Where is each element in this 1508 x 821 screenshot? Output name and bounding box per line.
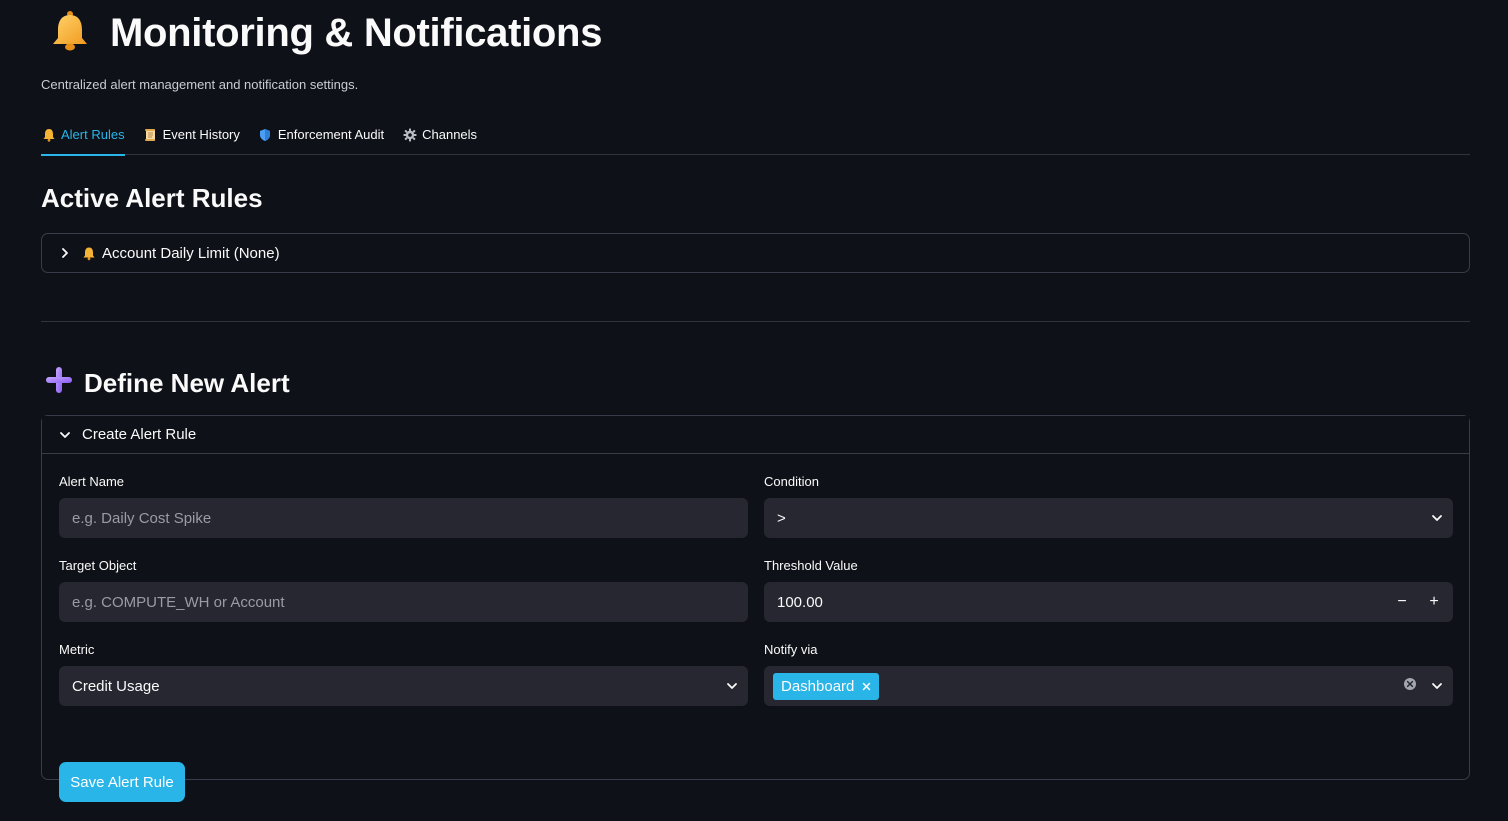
page-header: Monitoring & Notifications xyxy=(48,8,602,58)
rule-expander-header[interactable]: Account Daily Limit (None) xyxy=(42,234,1469,272)
alert-name-placeholder: e.g. Daily Cost Spike xyxy=(72,509,212,527)
gear-icon xyxy=(402,127,417,142)
shield-icon xyxy=(258,127,273,142)
chevron-down-icon xyxy=(726,678,738,695)
chevron-down-icon xyxy=(58,428,72,442)
decrement-button[interactable]: − xyxy=(1393,593,1411,611)
bell-icon xyxy=(41,127,56,142)
save-alert-rule-button[interactable]: Save Alert Rule xyxy=(59,762,185,802)
page-title: Monitoring & Notifications xyxy=(110,10,603,55)
selected-tag-dashboard: Dashboard xyxy=(773,672,880,700)
app-page: Monitoring & Notifications Centralized a… xyxy=(0,0,1508,821)
rule-expander[interactable]: Account Daily Limit (None) xyxy=(41,233,1470,273)
target-object-input[interactable]: e.g. COMPUTE_WH or Account xyxy=(59,582,748,622)
tab-enforcement-audit[interactable]: Enforcement Audit xyxy=(258,114,384,155)
tab-label: Event History xyxy=(162,127,240,142)
alert-name-label: Alert Name xyxy=(59,474,125,489)
notify-via-label: Notify via xyxy=(764,642,818,657)
bell-icon xyxy=(82,246,96,260)
tab-channels[interactable]: Channels xyxy=(402,114,477,155)
remove-tag-icon[interactable] xyxy=(862,678,871,695)
tab-alert-rules[interactable]: Alert Rules xyxy=(41,114,125,156)
condition-select[interactable]: > xyxy=(764,498,1453,538)
metric-value: Credit Usage xyxy=(72,677,160,695)
scroll-icon xyxy=(143,127,158,142)
rule-label: Account Daily Limit (None) xyxy=(102,244,280,262)
plus-icon xyxy=(44,365,74,402)
tab-bar: Alert Rules Event History Enforcement Au… xyxy=(41,114,1470,156)
tag-label: Dashboard xyxy=(781,677,855,695)
section-heading-active-rules: Active Alert Rules xyxy=(41,183,263,213)
chevron-right-icon xyxy=(58,246,72,260)
metric-select[interactable]: Credit Usage xyxy=(59,666,748,706)
bell-icon xyxy=(48,9,92,58)
chevron-down-icon xyxy=(1431,510,1443,527)
clear-all-icon[interactable] xyxy=(1403,677,1417,695)
target-object-placeholder: e.g. COMPUTE_WH or Account xyxy=(72,593,285,611)
metric-label: Metric xyxy=(59,642,95,657)
tab-label: Channels xyxy=(422,127,478,142)
increment-button[interactable]: + xyxy=(1425,593,1443,611)
chevron-down-icon xyxy=(1431,678,1443,695)
threshold-input[interactable]: 100.00 − + xyxy=(764,582,1453,622)
alert-name-input[interactable]: e.g. Daily Cost Spike xyxy=(59,498,748,538)
condition-label: Condition xyxy=(764,474,819,489)
section-heading-new-alert: Define New Alert xyxy=(44,365,290,401)
tab-label: Alert Rules xyxy=(61,127,125,142)
page-subtitle: Centralized alert management and notific… xyxy=(41,77,359,92)
threshold-label: Threshold Value xyxy=(764,558,858,573)
create-alert-expander: Create Alert Rule Alert Name e.g. Daily … xyxy=(41,415,1470,802)
tab-event-history[interactable]: Event History xyxy=(143,114,240,155)
section-divider xyxy=(41,321,1470,322)
target-object-label: Target Object xyxy=(59,558,137,573)
create-alert-expander-header[interactable]: Create Alert Rule xyxy=(42,416,1469,454)
condition-value: > xyxy=(777,509,786,527)
tab-label: Enforcement Audit xyxy=(277,127,385,142)
notify-via-multiselect[interactable]: Dashboard xyxy=(764,666,1453,706)
threshold-value: 100.00 xyxy=(777,593,823,611)
new-alert-title: Define New Alert xyxy=(84,367,290,398)
expander-label: Create Alert Rule xyxy=(82,426,197,443)
